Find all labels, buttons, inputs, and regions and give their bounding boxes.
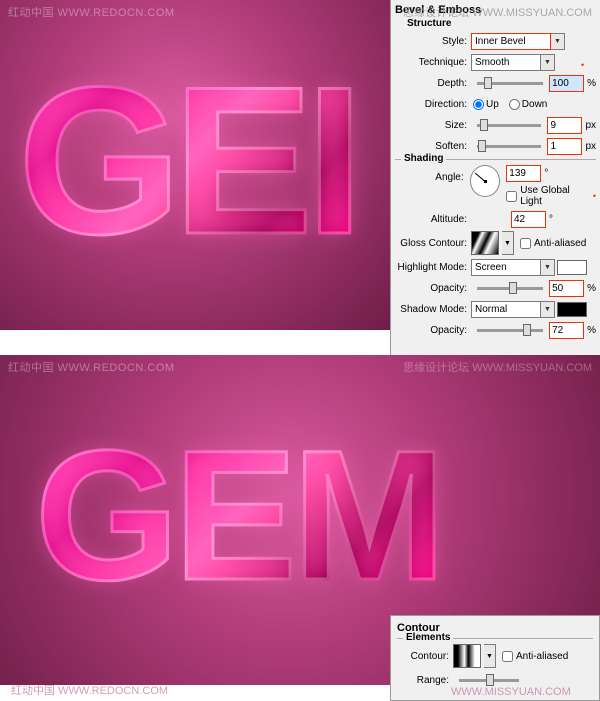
contour-aa-checkbox[interactable] <box>502 651 513 662</box>
highlight-mode-row: Highlight Mode: ▼ <box>395 258 596 276</box>
technique-row: Technique: ▼ <box>395 53 596 71</box>
soften-slider[interactable] <box>477 145 541 148</box>
shadow-mode-select[interactable] <box>471 301 541 318</box>
shadow-opacity-input[interactable] <box>549 322 584 339</box>
highlight-mode-dropdown[interactable]: ▼ <box>541 259 555 276</box>
size-row: Size: px <box>395 116 596 134</box>
watermark-tl: 红动中国 WWW.REDOCN.COM <box>8 4 175 20</box>
soften-label: Soften: <box>395 141 467 152</box>
gem-text-top: GEI <box>18 40 356 282</box>
technique-dropdown-arrow[interactable]: ▼ <box>541 54 555 71</box>
shading-title: Shading <box>401 153 446 164</box>
style-row: Style: ▼ <box>395 32 596 50</box>
depth-label: Depth: <box>395 78 467 89</box>
style-dropdown-arrow[interactable]: ▼ <box>551 33 565 50</box>
direction-label: Direction: <box>395 99 467 110</box>
direction-up-radio[interactable] <box>473 99 484 110</box>
technique-label: Technique: <box>395 57 467 68</box>
global-light-checkbox[interactable] <box>506 191 517 202</box>
highlight-opacity-label: Opacity: <box>395 283 467 294</box>
highlight-color-swatch[interactable] <box>557 260 587 275</box>
contour-row: Contour: ▼ Anti-aliased <box>397 644 593 668</box>
soften-unit: px <box>585 141 596 152</box>
style-label: Style: <box>395 36 467 47</box>
depth-input[interactable] <box>549 75 584 92</box>
size-label: Size: <box>395 120 467 131</box>
soften-input[interactable] <box>547 138 582 155</box>
direction-up-label: Up <box>486 99 499 110</box>
size-slider-thumb[interactable] <box>480 119 488 131</box>
gem-text-bottom: GEM <box>35 410 441 622</box>
highlight-opacity-input[interactable] <box>549 280 584 297</box>
contour-label: Contour: <box>397 651 449 662</box>
red-marker2-icon: • <box>593 191 596 201</box>
direction-row: Direction: Up Down <box>395 95 596 113</box>
global-light-label: Use Global Light <box>520 185 590 207</box>
shadow-opacity-unit: % <box>587 325 596 336</box>
gloss-contour-label: Gloss Contour: <box>395 238 467 249</box>
size-slider[interactable] <box>477 124 541 127</box>
gloss-contour-thumb[interactable] <box>471 231 499 255</box>
contour-thumb[interactable] <box>453 644 481 668</box>
soften-slider-thumb[interactable] <box>478 140 486 152</box>
highlight-opacity-row: Opacity: % <box>395 279 596 297</box>
size-unit: px <box>585 120 596 131</box>
highlight-opacity-unit: % <box>587 283 596 294</box>
direction-down-radio[interactable] <box>509 99 520 110</box>
range-slider-thumb[interactable] <box>486 674 494 686</box>
highlight-mode-select[interactable] <box>471 259 541 276</box>
altitude-input[interactable] <box>511 211 546 228</box>
style-select[interactable] <box>471 33 551 50</box>
contour-aa-label: Anti-aliased <box>516 651 568 662</box>
depth-slider-thumb[interactable] <box>484 77 492 89</box>
shadow-opacity-label: Opacity: <box>395 325 467 336</box>
depth-row: Depth: % <box>395 74 596 92</box>
angle-unit: ° <box>544 168 548 179</box>
contour-elements-fieldset: Elements Contour: ▼ Anti-aliased Range: <box>397 638 593 689</box>
depth-slider[interactable] <box>477 82 543 85</box>
shading-fieldset: Shading Angle: ° Use Global Light • <box>395 159 596 339</box>
shadow-color-swatch[interactable] <box>557 302 587 317</box>
shadow-opacity-thumb[interactable] <box>523 324 531 336</box>
watermark-br: WWW.MISSYUAN.COM <box>451 686 469 698</box>
shadow-opacity-slider[interactable] <box>477 329 543 332</box>
watermark-tr2: 思缘设计论坛 WWW.MISSYUAN.COM <box>403 359 592 375</box>
depth-unit: % <box>587 78 596 89</box>
angle-input[interactable] <box>506 165 541 182</box>
altitude-unit: ° <box>549 214 553 225</box>
technique-select[interactable] <box>471 54 541 71</box>
contour-elements-title: Elements <box>403 632 453 643</box>
top-panel: 红动中国 WWW.REDOCN.COM GEI 思缘设计论坛 WWW.MISSY… <box>0 0 600 355</box>
shadow-mode-label: Shadow Mode: <box>395 304 467 315</box>
bevel-emboss-dialog: 思缘设计论坛 WWW.MISSYUAN.COM Bevel & Emboss S… <box>390 0 600 355</box>
shadow-mode-row: Shadow Mode: ▼ <box>395 300 596 318</box>
gloss-aa-label: Anti-aliased <box>534 238 586 249</box>
gloss-contour-row: Gloss Contour: ▼ Anti-aliased <box>395 231 596 255</box>
size-input[interactable] <box>547 117 582 134</box>
highlight-mode-label: Highlight Mode: <box>395 262 467 273</box>
angle-row: Angle: ° Use Global Light • <box>395 165 596 207</box>
highlight-opacity-slider[interactable] <box>477 287 543 290</box>
watermark-tr: 思缘设计论坛 WWW.MISSYUAN.COM <box>403 4 592 20</box>
bottom-panel: 红动中国 WWW.REDOCN.COM 思缘设计论坛 WWW.MISSYUAN.… <box>0 355 600 701</box>
contour-dropdown[interactable]: ▼ <box>484 644 496 668</box>
direction-down-label: Down <box>522 99 548 110</box>
shadow-opacity-row: Opacity: % <box>395 321 596 339</box>
highlight-opacity-thumb[interactable] <box>509 282 517 294</box>
shadow-mode-dropdown[interactable]: ▼ <box>541 301 555 318</box>
preview-top: 红动中国 WWW.REDOCN.COM GEI <box>0 0 390 330</box>
gloss-contour-dropdown[interactable]: ▼ <box>502 231 514 255</box>
range-slider[interactable] <box>459 679 519 682</box>
altitude-row: Altitude: ° <box>395 210 596 228</box>
watermark-bl: 红动中国 WWW.REDOCN.COM <box>11 682 168 698</box>
red-marker-icon: • <box>581 60 584 70</box>
range-label: Range: <box>397 675 449 686</box>
watermark-tl2: 红动中国 WWW.REDOCN.COM <box>8 359 175 375</box>
contour-dialog: Contour Elements Contour: ▼ Anti-aliased… <box>390 615 600 701</box>
angle-dial[interactable] <box>470 165 501 197</box>
angle-label: Angle: <box>395 172 464 183</box>
altitude-label: Altitude: <box>395 214 467 225</box>
gloss-aa-checkbox[interactable] <box>520 238 531 249</box>
